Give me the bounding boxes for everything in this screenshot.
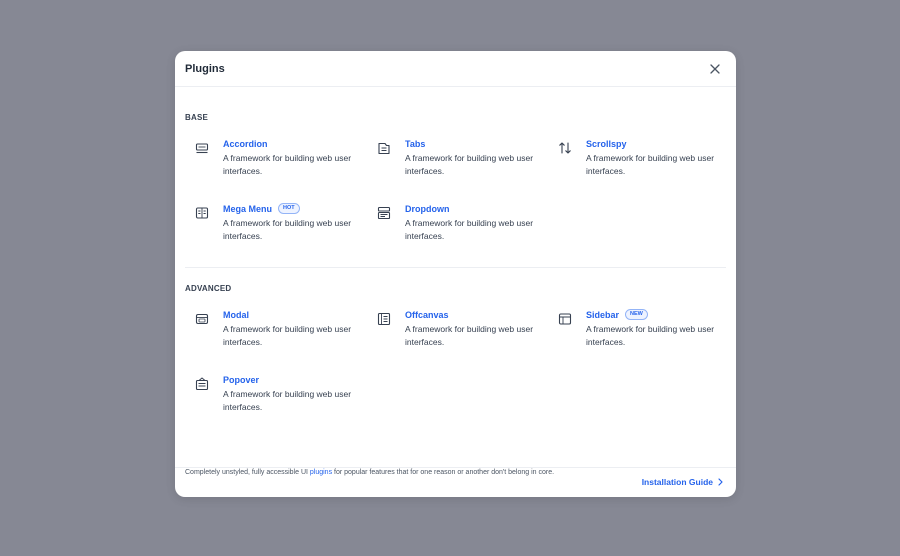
plugin-desc: A framework for building web user interf… [223,324,352,347]
plugin-name: Mega Menu [223,203,273,214]
plugin-item-popover[interactable]: Popover A framework for building web use… [185,373,355,423]
plugin-desc: A framework for building web user interf… [405,153,534,176]
tabs-icon [377,141,391,155]
plugin-item-mega-menu[interactable]: Mega Menu HOT A framework for building w… [185,202,355,252]
plugin-desc: A framework for building web user interf… [223,153,352,176]
chevron-right-icon [718,478,723,486]
plugin-name: Tabs [405,138,426,149]
section-label-advanced: ADVANCED [185,284,232,293]
installation-guide-link[interactable]: Installation Guide [642,477,724,487]
plugin-name: Scrollspy [586,138,627,149]
plugin-desc: A framework for building web user interf… [586,324,715,347]
dropdown-icon [377,206,391,220]
close-icon [710,64,720,74]
close-button[interactable] [708,62,722,76]
sidebar-icon [558,312,572,326]
section-label-base: BASE [185,113,209,122]
accordion-icon [195,141,209,155]
plugin-desc: A framework for building web user interf… [223,218,352,241]
plugin-item-modal[interactable]: Modal A framework for building web user … [185,308,355,358]
plugin-desc: A framework for building web user interf… [223,389,352,412]
hot-badge: HOT [278,203,300,214]
plugin-item-dropdown[interactable]: Dropdown A framework for building web us… [367,202,537,252]
modal-icon [195,312,209,326]
popover-icon [195,377,209,391]
plugin-item-scrollspy[interactable]: Scrollspy A framework for building web u… [548,137,718,187]
plugin-item-tabs[interactable]: Tabs A framework for building web user i… [367,137,537,187]
modal-footer: Installation Guide [175,467,736,497]
plugin-name: Modal [223,309,249,320]
plugins-modal: Plugins BASE Accordion A framework for b… [175,51,736,497]
plugin-name: Popover [223,374,260,385]
modal-header: Plugins [175,51,736,87]
plugin-name: Dropdown [405,203,450,214]
new-badge: NEW [625,309,648,320]
scrollspy-icon [558,141,572,155]
mega-menu-icon [195,206,209,220]
plugin-name: Offcanvas [405,309,449,320]
plugin-desc: A framework for building web user interf… [405,324,534,347]
plugin-desc: A framework for building web user interf… [586,153,715,176]
plugin-desc: A framework for building web user interf… [405,218,534,241]
modal-title: Plugins [185,63,225,75]
installation-guide-label: Installation Guide [641,477,713,487]
offcanvas-icon [377,312,391,326]
plugin-item-sidebar[interactable]: Sidebar NEW A framework for building web… [548,308,718,358]
plugin-name: Accordion [223,138,268,149]
plugin-name: Sidebar [586,309,620,320]
section-divider [185,267,726,268]
plugin-item-offcanvas[interactable]: Offcanvas A framework for building web u… [367,308,537,358]
plugin-item-accordion[interactable]: Accordion A framework for building web u… [185,137,355,187]
